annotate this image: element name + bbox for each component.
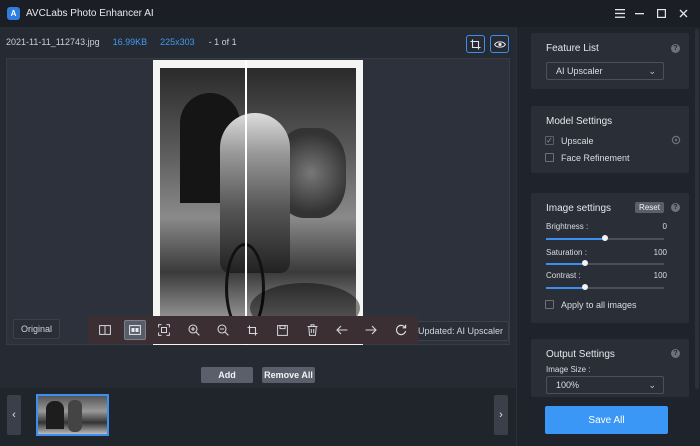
zoom-out-icon [217,324,230,336]
previous-button[interactable] [331,320,353,340]
apply-all-label: Apply to all images [561,300,637,310]
slider-handle[interactable] [581,260,588,266]
brightness-slider[interactable] [546,235,664,241]
maximize-icon[interactable] [652,5,670,22]
fit-screen-icon [158,324,171,336]
side-by-side-button[interactable] [123,320,146,340]
gear-icon[interactable] [671,135,681,147]
eye-icon [493,40,506,48]
refresh-button[interactable] [390,320,412,340]
delete-button[interactable] [301,320,323,340]
original-label: Original [13,319,61,339]
feature-list-card: Feature List ? AI Upscaler ⌄ [531,33,689,89]
queue-actions: Add Remove All [0,367,516,385]
preview-area[interactable]: Original Updated: AI Upscaler [6,58,510,345]
workspace: 2021-11-11_112743.jpg 16.99KB 225x303 - … [0,27,516,446]
split-view-button[interactable] [94,320,116,340]
help-icon[interactable]: ? [671,44,680,53]
settings-scrollbar[interactable] [695,29,699,389]
output-settings-card: Output Settings ? Image Size : 100% ⌄ [531,339,689,397]
face-refinement-label: Face Refinement [561,153,630,163]
save-all-button[interactable]: Save All [545,406,668,434]
split-view-icon [99,325,111,335]
add-button[interactable]: Add [201,367,253,383]
output-settings-title: Output Settings [546,349,615,360]
feature-dropdown[interactable]: AI Upscaler ⌄ [546,62,664,80]
slider-handle[interactable] [581,284,588,290]
crop-tool-icon [247,325,258,335]
close-icon[interactable] [674,5,692,22]
menu-icon[interactable] [611,5,629,22]
chevron-down-icon: ⌄ [648,66,656,76]
arrow-left-icon [335,325,348,335]
crop-icon [470,39,481,49]
side-by-side-icon [128,325,141,335]
save-image-button[interactable] [272,320,294,340]
app-logo-icon: A [7,7,20,20]
chevron-right-icon: › [499,409,503,421]
model-settings-title: Model Settings [546,116,613,127]
file-info-bar: 2021-11-11_112743.jpg 16.99KB 225x303 - … [0,27,516,57]
help-icon[interactable]: ? [671,203,680,212]
thumbnail-item[interactable] [36,394,109,436]
next-button[interactable] [360,320,382,340]
reset-button[interactable]: Reset [635,202,664,213]
chevron-down-icon: ⌄ [648,380,656,390]
fit-screen-button[interactable] [153,320,175,340]
zoom-in-icon [188,324,200,336]
file-name: 2021-11-11_112743.jpg [6,37,100,47]
minimize-icon[interactable] [630,5,648,22]
file-dimensions: 225x303 [160,37,195,47]
image-size-label: Image Size : [546,365,591,374]
help-icon[interactable]: ? [671,349,680,358]
strip-prev-button[interactable]: ‹ [7,395,21,435]
zoom-in-button[interactable] [183,320,205,340]
feature-list-title: Feature List [546,43,599,54]
preview-toggle-button[interactable] [490,35,509,53]
contrast-label: Contrast : [546,271,581,280]
updated-label: Updated: AI Upscaler [412,321,510,341]
arrow-right-icon [365,325,378,335]
image-size-dropdown[interactable]: 100% ⌄ [546,376,664,394]
refresh-icon [395,324,407,336]
preview-toolbar [88,316,418,344]
upscale-label: Upscale [561,136,594,146]
feature-dropdown-value: AI Upscaler [556,66,603,76]
chevron-left-icon: ‹ [12,409,16,421]
preview-image [153,60,363,345]
contrast-value: 100 [653,271,667,280]
saturation-value: 100 [653,248,667,257]
image-settings-title: Image settings [546,203,612,214]
saturation-slider[interactable] [546,260,664,266]
compare-split-handle[interactable] [245,60,248,345]
image-settings-card: Image settings Reset ? Brightness : 0 Sa… [531,193,689,323]
apply-all-checkbox[interactable] [545,300,554,309]
remove-all-button[interactable]: Remove All [262,367,315,383]
image-size-value: 100% [556,380,580,390]
brightness-label: Brightness : [546,222,589,231]
model-settings-card: Model Settings ✓ Upscale Face Refinement [531,106,689,173]
trash-icon [307,324,318,336]
file-size: 16.99KB [112,37,148,47]
save-icon [277,324,288,336]
crop-button[interactable] [242,320,264,340]
upscale-checkbox[interactable]: ✓ [545,136,554,145]
thumbnail-strip: ‹ › [0,388,516,446]
slider-handle[interactable] [602,235,608,241]
title-bar: A AVCLabs Photo Enhancer AI [0,0,700,27]
app-title: AVCLabs Photo Enhancer AI [26,8,154,19]
brightness-value: 0 [662,222,667,231]
zoom-out-button[interactable] [212,320,234,340]
settings-panel: Feature List ? AI Upscaler ⌄ Model Setti… [516,27,700,446]
strip-next-button[interactable]: › [494,395,508,435]
crop-toggle-button[interactable] [466,35,485,53]
page-indicator: - 1 of 1 [208,37,237,47]
face-refinement-checkbox[interactable] [545,153,554,162]
contrast-slider[interactable] [546,284,664,290]
saturation-label: Saturation : [546,248,587,257]
